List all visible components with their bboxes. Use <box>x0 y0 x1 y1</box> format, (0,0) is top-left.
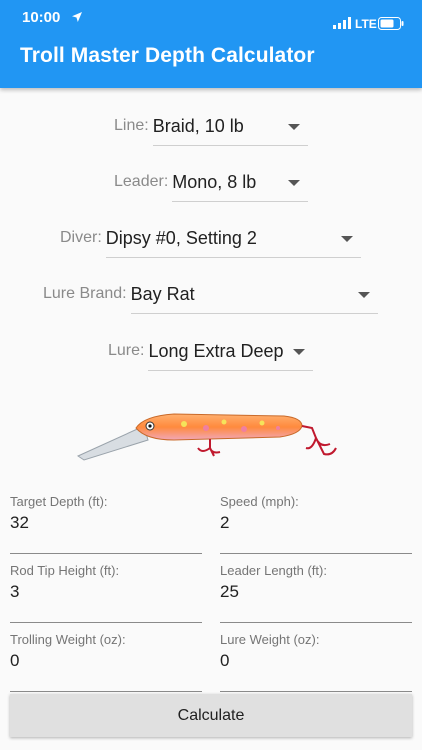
leader-dropdown[interactable]: Mono, 8 lb <box>172 162 309 202</box>
calculate-button[interactable]: Calculate <box>10 694 412 737</box>
line-label: Line: <box>114 117 149 134</box>
target-depth-label: Target Depth (ft): <box>10 494 108 509</box>
target-depth-field[interactable]: Target Depth (ft): <box>10 494 202 554</box>
lure-brand-label: Lure Brand: <box>43 285 127 302</box>
trolling-weight-input[interactable] <box>10 648 200 674</box>
leader-value: Mono, 8 lb <box>172 172 257 192</box>
leader-label: Leader: <box>114 173 169 190</box>
status-bar: 10:00 LTE <box>0 0 422 36</box>
speed-field[interactable]: Speed (mph): <box>220 494 412 554</box>
leader-length-label: Leader Length (ft): <box>220 563 327 578</box>
line-row: Line: Braid, 10 lb <box>114 106 308 146</box>
lure-weight-input[interactable] <box>220 648 410 674</box>
line-dropdown[interactable]: Braid, 10 lb <box>152 106 308 146</box>
lure-dropdown[interactable]: Long Extra Deep <box>148 331 314 371</box>
lure-weight-label: Lure Weight (oz): <box>220 632 320 647</box>
rod-tip-height-label: Rod Tip Height (ft): <box>10 563 120 578</box>
network-label: LTE <box>355 17 377 31</box>
speed-input[interactable] <box>220 510 410 536</box>
chevron-down-icon <box>287 124 300 130</box>
target-depth-input[interactable] <box>10 510 200 536</box>
lure-brand-dropdown[interactable]: Bay Rat <box>130 274 378 314</box>
chevron-down-icon <box>288 180 301 186</box>
chevron-down-icon <box>340 236 353 242</box>
rod-tip-height-field[interactable]: Rod Tip Height (ft): <box>10 563 202 623</box>
trolling-weight-field[interactable]: Trolling Weight (oz): <box>10 632 202 692</box>
status-time: 10:00 <box>22 9 61 26</box>
lure-weight-field[interactable]: Lure Weight (oz): <box>220 632 412 692</box>
lure-label: Lure: <box>108 342 145 359</box>
leader-length-field[interactable]: Leader Length (ft): <box>220 563 412 623</box>
lure-row: Lure: Long Extra Deep <box>108 331 314 371</box>
signal-bars-icon <box>333 17 351 29</box>
diver-label: Diver: <box>60 229 102 246</box>
app-bar: 10:00 LTE Troll Master Depth Calculator <box>0 0 422 88</box>
chevron-down-icon <box>293 349 306 355</box>
battery-icon <box>378 17 404 30</box>
diver-value: Dipsy #0, Setting 2 <box>105 228 257 248</box>
location-arrow-icon <box>72 12 82 22</box>
chevron-down-icon <box>357 292 370 298</box>
page-title: Troll Master Depth Calculator <box>20 44 315 67</box>
leader-length-input[interactable] <box>220 579 410 605</box>
rod-tip-height-input[interactable] <box>10 579 200 605</box>
leader-row: Leader: Mono, 8 lb <box>114 162 309 202</box>
lure-value: Long Extra Deep <box>148 341 284 361</box>
line-value: Braid, 10 lb <box>152 116 244 136</box>
lure-image <box>76 413 337 461</box>
diver-row: Diver: Dipsy #0, Setting 2 <box>60 218 361 258</box>
diver-dropdown[interactable]: Dipsy #0, Setting 2 <box>105 218 361 258</box>
lure-brand-row: Lure Brand: Bay Rat <box>43 274 378 314</box>
trolling-weight-label: Trolling Weight (oz): <box>10 632 126 647</box>
lure-brand-value: Bay Rat <box>130 284 195 304</box>
speed-label: Speed (mph): <box>220 494 299 509</box>
